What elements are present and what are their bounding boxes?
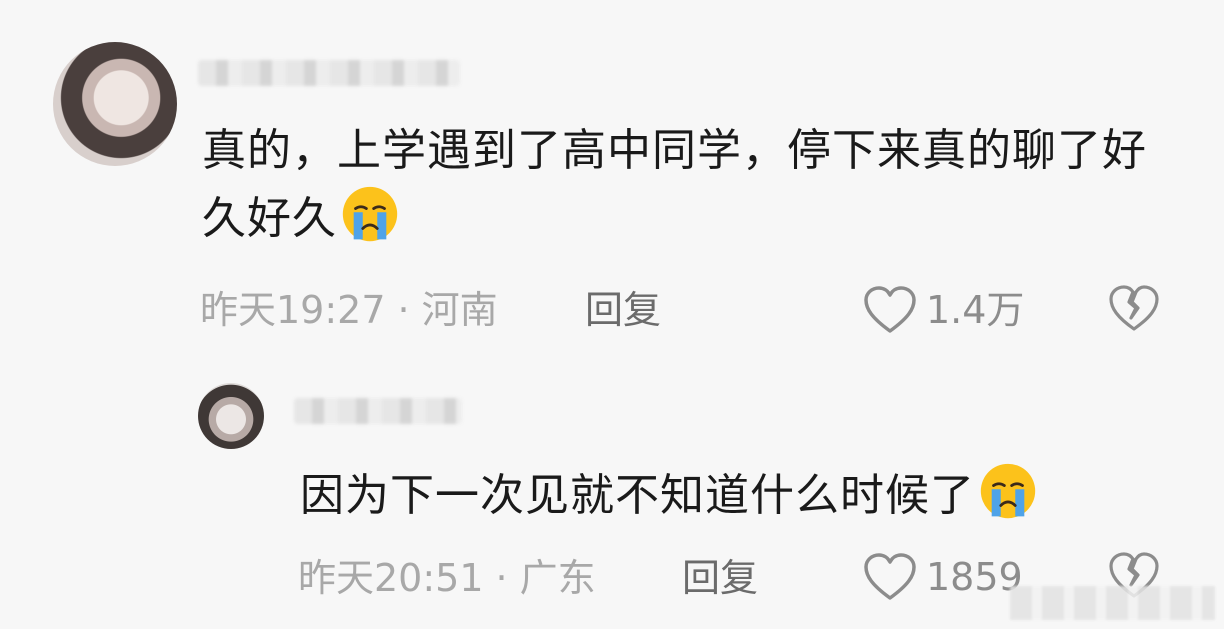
- reply-body: 因为下一次见就不知道什么时候了: [300, 462, 1200, 530]
- comment-location: 河南: [421, 288, 498, 332]
- broken-heart-icon[interactable]: [1108, 284, 1160, 334]
- like-count: 1859: [926, 555, 1023, 599]
- commenter-username-blurred[interactable]: [198, 60, 460, 86]
- blurred-watermark: [1010, 586, 1215, 620]
- heart-icon: [864, 286, 916, 333]
- comment-body: 真的，上学遇到了高中同学，停下来真的聊了好久好久: [202, 117, 1182, 253]
- commenter-avatar[interactable]: [53, 42, 177, 166]
- like-button[interactable]: 1859: [862, 551, 1023, 603]
- comment-thread: 真的，上学遇到了高中同学，停下来真的聊了好久好久 昨天19:27 · 河南 回复 1…: [0, 0, 1224, 629]
- meta-separator: ·: [397, 288, 410, 332]
- reply-button[interactable]: 回复: [585, 288, 661, 332]
- comment-meta: 昨天19:27 · 河南: [200, 288, 498, 332]
- reply-location: 广东: [519, 556, 596, 600]
- crying-face-emoji-icon: [342, 186, 398, 242]
- meta-separator: ·: [495, 556, 508, 600]
- reply-meta: 昨天20:51 · 广东: [298, 556, 596, 600]
- replier-username-blurred[interactable]: [294, 398, 462, 424]
- crying-face-emoji-icon: [980, 463, 1036, 519]
- replier-avatar[interactable]: [198, 383, 264, 449]
- heart-icon: [864, 553, 916, 600]
- like-button[interactable]: 1.4万: [862, 284, 1024, 336]
- reply-button[interactable]: 回复: [682, 556, 758, 600]
- comment-time: 昨天19:27: [200, 288, 386, 332]
- reply-text: 因为下一次见就不知道什么时候了: [300, 470, 975, 521]
- like-count: 1.4万: [926, 288, 1025, 332]
- reply-time: 昨天20:51: [298, 556, 484, 600]
